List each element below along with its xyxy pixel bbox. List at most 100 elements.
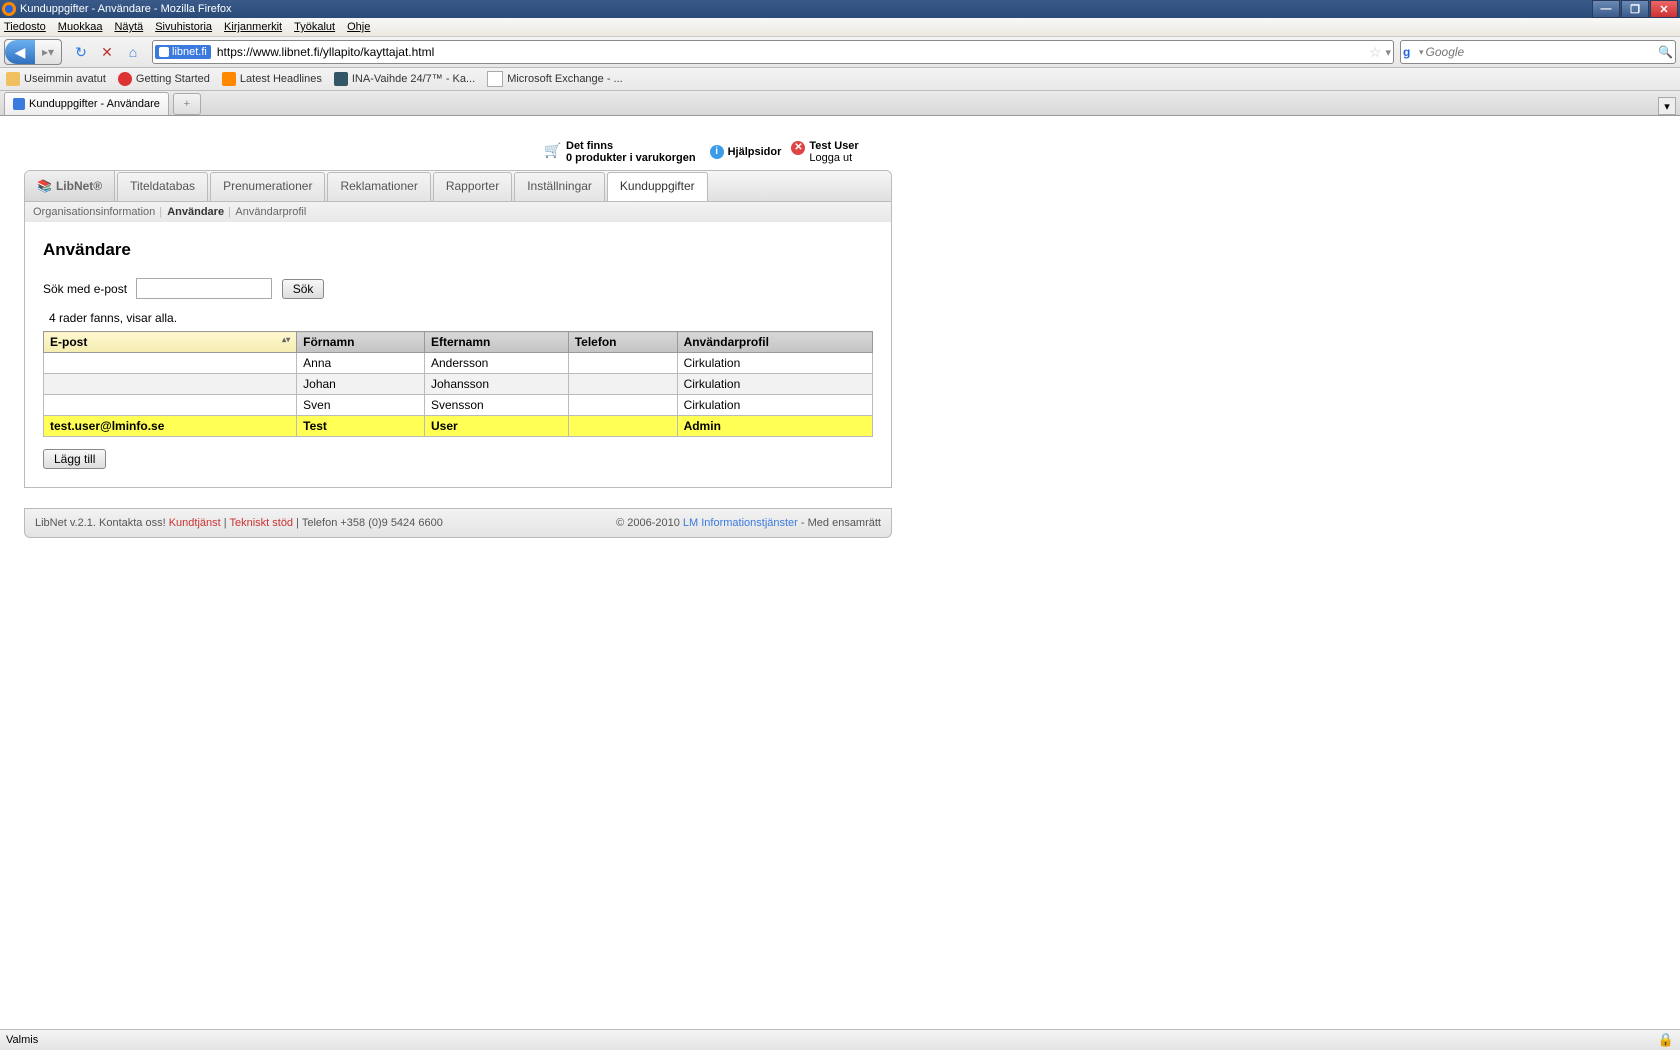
col-fornamn[interactable]: Förnamn bbox=[297, 332, 425, 353]
window-titlebar: Kunduppgifter - Användare - Mozilla Fire… bbox=[0, 0, 1680, 18]
sort-icon: ▴▾ bbox=[282, 335, 290, 344]
maximize-button[interactable]: ❐ bbox=[1621, 0, 1649, 18]
browser-tabbar: Kunduppgifter - Användare + ▾ bbox=[0, 91, 1680, 116]
browser-tab[interactable]: Kunduppgifter - Användare bbox=[4, 92, 169, 115]
menu-history[interactable]: Sivuhistoria bbox=[155, 21, 212, 33]
page-heading: Användare bbox=[43, 240, 873, 260]
table-cell: Admin bbox=[677, 416, 872, 437]
search-input[interactable] bbox=[1424, 44, 1655, 60]
bookmark-ina-vaihde[interactable]: INA-Vaihde 24/7™ - Ka... bbox=[334, 72, 475, 86]
google-icon bbox=[1403, 45, 1417, 59]
add-button[interactable]: Lägg till bbox=[43, 449, 106, 469]
users-table: E-post▴▾ Förnamn Efternamn Telefon Använ… bbox=[43, 331, 873, 437]
status-text: Valmis bbox=[6, 1034, 38, 1046]
table-cell: Andersson bbox=[424, 353, 568, 374]
subtab-anvandare[interactable]: Användare bbox=[167, 206, 224, 218]
url-input[interactable] bbox=[215, 42, 1365, 62]
subtab-organisation[interactable]: Organisationsinformation bbox=[33, 206, 155, 218]
table-row[interactable]: SvenSvensson Cirkulation bbox=[44, 395, 873, 416]
page-footer: LibNet v.2.1. Kontakta oss! Kundtjänst |… bbox=[24, 508, 892, 538]
col-efternamn[interactable]: Efternamn bbox=[424, 332, 568, 353]
col-telefon[interactable]: Telefon bbox=[568, 332, 677, 353]
tab-kunduppgifter[interactable]: Kunduppgifter bbox=[607, 172, 708, 201]
new-tab-button[interactable]: + bbox=[173, 93, 201, 115]
table-cell: test.user@lminfo.se bbox=[44, 416, 297, 437]
bookmark-star-icon[interactable]: ☆ bbox=[1369, 44, 1382, 61]
menu-file[interactable]: Tiedosto bbox=[4, 21, 46, 33]
logout-link[interactable]: Logga ut bbox=[809, 152, 852, 164]
footer-phone: | Telefon +358 (0)9 5424 6600 bbox=[296, 517, 443, 529]
brand-logo[interactable]: LibNet® bbox=[25, 171, 115, 201]
user-name: Test User bbox=[809, 140, 858, 152]
table-row[interactable]: AnnaAnderssonCirkulation bbox=[44, 353, 873, 374]
bookmark-getting-started[interactable]: Getting Started bbox=[118, 72, 210, 86]
col-profil[interactable]: Användarprofil bbox=[677, 332, 872, 353]
result-count: 4 rader fanns, visar alla. bbox=[49, 311, 873, 325]
tab-title: Kunduppgifter - Användare bbox=[29, 98, 160, 110]
table-cell: Svensson bbox=[424, 395, 568, 416]
table-cell bbox=[568, 353, 677, 374]
browser-navbar: ◀ ▸▾ ↻ ✕ ⌂ libnet.fi ☆ ▾ ▾ 🔍 bbox=[0, 37, 1680, 68]
menu-view[interactable]: Näytä bbox=[114, 21, 143, 33]
back-button[interactable]: ◀ bbox=[5, 40, 35, 64]
table-cell bbox=[44, 353, 297, 374]
email-search-input[interactable] bbox=[136, 278, 272, 299]
table-cell bbox=[44, 374, 297, 395]
home-button[interactable]: ⌂ bbox=[124, 43, 142, 61]
menu-edit[interactable]: Muokkaa bbox=[58, 21, 103, 33]
browser-menubar: Tiedosto Muokkaa Näytä Sivuhistoria Kirj… bbox=[0, 18, 1680, 37]
bookmark-most-visited[interactable]: Useimmin avatut bbox=[6, 72, 106, 86]
table-row[interactable]: JohanJohanssonCirkulation bbox=[44, 374, 873, 395]
cart-line2: 0 produkter i varukorgen bbox=[566, 152, 696, 164]
table-cell: Sven bbox=[297, 395, 425, 416]
site-identity[interactable]: libnet.fi bbox=[155, 45, 211, 59]
menu-help[interactable]: Ohje bbox=[347, 21, 370, 33]
subtab-anvandarprofil[interactable]: Användarprofil bbox=[235, 206, 306, 218]
lock-icon: 🔒 bbox=[1658, 1032, 1674, 1048]
table-cell bbox=[568, 374, 677, 395]
cart-icon bbox=[544, 142, 562, 158]
cart-summary[interactable]: Det finns0 produkter i varukorgen bbox=[544, 140, 696, 164]
search-bar[interactable]: ▾ 🔍 bbox=[1400, 40, 1676, 64]
tab-rapporter[interactable]: Rapporter bbox=[433, 172, 512, 201]
menu-tools[interactable]: Työkalut bbox=[294, 21, 335, 33]
menu-bookmarks[interactable]: Kirjanmerkit bbox=[224, 21, 282, 33]
footer-suffix: - Med ensamrätt bbox=[801, 517, 881, 529]
minimize-button[interactable]: — bbox=[1592, 0, 1620, 18]
reload-button[interactable]: ↻ bbox=[72, 43, 90, 61]
main-tabs: LibNet® Titeldatabas Prenumerationer Rek… bbox=[25, 171, 891, 201]
footer-link-tekniskt[interactable]: Tekniskt stöd bbox=[229, 517, 293, 529]
footer-link-kundtjanst[interactable]: Kundtjänst bbox=[169, 517, 221, 529]
window-title: Kunduppgifter - Användare - Mozilla Fire… bbox=[20, 3, 232, 15]
table-cell: User bbox=[424, 416, 568, 437]
tab-titeldatabas[interactable]: Titeldatabas bbox=[117, 172, 208, 201]
cart-line1: Det finns bbox=[566, 140, 696, 152]
forward-button[interactable]: ▸▾ bbox=[35, 45, 61, 59]
tab-prenumerationer[interactable]: Prenumerationer bbox=[210, 172, 325, 201]
sub-tabs: Organisationsinformation| Användare| Anv… bbox=[25, 201, 891, 222]
help-label: Hjälpsidor bbox=[728, 146, 782, 158]
tab-list-dropdown-icon[interactable]: ▾ bbox=[1658, 97, 1676, 115]
browser-statusbar: Valmis 🔒 bbox=[0, 1029, 1680, 1050]
search-button[interactable]: Sök bbox=[282, 279, 325, 299]
table-cell: Test bbox=[297, 416, 425, 437]
footer-link-lm[interactable]: LM Informationstjänster bbox=[683, 517, 798, 529]
close-button[interactable]: ✕ bbox=[1650, 0, 1678, 18]
tab-reklamationer[interactable]: Reklamationer bbox=[327, 172, 430, 201]
search-go-icon[interactable]: 🔍 bbox=[1658, 45, 1673, 59]
col-email[interactable]: E-post▴▾ bbox=[44, 332, 297, 353]
firefox-icon bbox=[2, 2, 16, 16]
table-cell: Cirkulation bbox=[677, 374, 872, 395]
stop-button[interactable]: ✕ bbox=[98, 43, 116, 61]
help-link[interactable]: i Hjälpsidor bbox=[710, 145, 782, 159]
logout-icon[interactable]: ✕ bbox=[791, 141, 805, 155]
url-bar[interactable]: libnet.fi ☆ ▾ bbox=[152, 40, 1394, 64]
bookmark-exchange[interactable]: Microsoft Exchange - ... bbox=[487, 71, 623, 87]
url-dropdown-icon[interactable]: ▾ bbox=[1385, 46, 1391, 59]
table-row[interactable]: test.user@lminfo.seTestUser Admin bbox=[44, 416, 873, 437]
footer-copyright: © 2006-2010 bbox=[616, 517, 683, 529]
tab-installningar[interactable]: Inställningar bbox=[514, 172, 605, 201]
bookmark-latest-headlines[interactable]: Latest Headlines bbox=[222, 72, 322, 86]
search-label: Sök med e-post bbox=[43, 282, 127, 296]
table-cell: Cirkulation bbox=[677, 395, 872, 416]
